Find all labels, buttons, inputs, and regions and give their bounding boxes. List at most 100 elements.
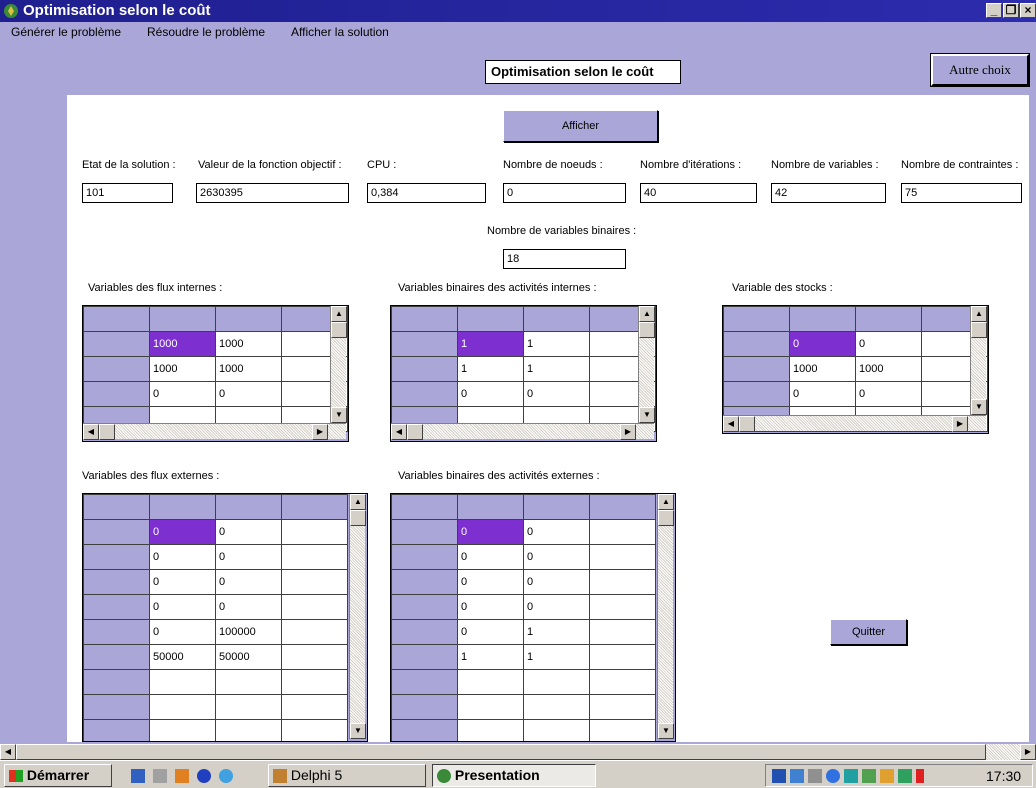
- scroll-thumb[interactable]: [971, 322, 987, 338]
- table-cell[interactable]: 0: [855, 331, 922, 357]
- table-cell[interactable]: 0: [215, 381, 282, 407]
- grid-header-cell[interactable]: [83, 306, 150, 332]
- scroll-up-icon[interactable]: ▲: [639, 306, 655, 322]
- scroll-up-icon[interactable]: ▲: [350, 494, 366, 510]
- table-cell[interactable]: [589, 569, 656, 595]
- table-cell[interactable]: [215, 719, 282, 741]
- table-cell[interactable]: 1: [523, 644, 590, 670]
- table-cell[interactable]: 50000: [215, 644, 282, 670]
- grid-vscrollbar[interactable]: ▲ ▼: [970, 306, 987, 415]
- table-cell[interactable]: [589, 644, 656, 670]
- table-cell[interactable]: [589, 694, 656, 720]
- row-header-cell[interactable]: [83, 544, 150, 570]
- grid-header-cell[interactable]: [281, 494, 348, 520]
- table-cell[interactable]: 0: [523, 544, 590, 570]
- table-cell[interactable]: 100000: [215, 619, 282, 645]
- grid-vscrollbar[interactable]: ▲ ▼: [657, 494, 674, 739]
- table-cell[interactable]: 0: [149, 619, 216, 645]
- variables-field[interactable]: 42: [771, 183, 886, 203]
- scroll-down-icon[interactable]: ▼: [971, 399, 987, 415]
- iterations-field[interactable]: 40: [640, 183, 757, 203]
- table-cell[interactable]: 0: [149, 594, 216, 620]
- grid-header-cell[interactable]: [457, 494, 524, 520]
- table-cell[interactable]: [589, 519, 656, 545]
- minimize-button[interactable]: _: [986, 3, 1002, 18]
- grid-binaires-internes[interactable]: 1 1 1 1 0 0 ▲ ▼ ◀ ▶: [390, 305, 657, 442]
- table-cell[interactable]: [281, 644, 348, 670]
- table-cell[interactable]: 0: [457, 519, 524, 545]
- window-hscrollbar[interactable]: ◀ ▶: [0, 744, 1036, 760]
- table-cell[interactable]: 0: [523, 519, 590, 545]
- scroll-down-icon[interactable]: ▼: [350, 723, 366, 739]
- table-cell[interactable]: 1000: [855, 356, 922, 382]
- table-cell[interactable]: [457, 694, 524, 720]
- table-cell[interactable]: [523, 719, 590, 741]
- table-cell[interactable]: [149, 719, 216, 741]
- table-cell[interactable]: 0: [149, 544, 216, 570]
- table-cell[interactable]: [281, 719, 348, 741]
- row-header-cell[interactable]: [391, 594, 458, 620]
- afficher-button[interactable]: Afficher: [503, 110, 658, 142]
- table-cell[interactable]: 0: [457, 544, 524, 570]
- table-cell[interactable]: 1000: [149, 331, 216, 357]
- grid-hscrollbar[interactable]: ◀ ▶: [391, 423, 654, 440]
- table-cell[interactable]: 0: [457, 619, 524, 645]
- grid-header-cell[interactable]: [149, 494, 216, 520]
- row-header-cell[interactable]: [83, 594, 150, 620]
- table-cell[interactable]: 0: [855, 381, 922, 407]
- scroll-left-icon[interactable]: ◀: [723, 416, 739, 432]
- table-cell[interactable]: 0: [215, 519, 282, 545]
- table-cell[interactable]: 0: [215, 544, 282, 570]
- table-cell[interactable]: [281, 569, 348, 595]
- table-cell[interactable]: 1: [457, 356, 524, 382]
- grid-header-cell[interactable]: [149, 306, 216, 332]
- table-cell[interactable]: [281, 669, 348, 695]
- scroll-up-icon[interactable]: ▲: [971, 306, 987, 322]
- grid-header-cell[interactable]: [789, 306, 856, 332]
- table-cell[interactable]: 0: [523, 594, 590, 620]
- table-cell[interactable]: 1: [457, 644, 524, 670]
- scroll-left-icon[interactable]: ◀: [0, 744, 16, 760]
- etat-field[interactable]: 101: [82, 183, 173, 203]
- row-header-cell[interactable]: [83, 719, 150, 741]
- grid-header-cell[interactable]: [523, 306, 590, 332]
- row-header-cell[interactable]: [391, 569, 458, 595]
- table-cell[interactable]: [457, 719, 524, 741]
- grid-header-cell[interactable]: [589, 494, 656, 520]
- scroll-thumb[interactable]: [739, 416, 755, 432]
- binaires-field[interactable]: 18: [503, 249, 626, 269]
- row-header-cell[interactable]: [83, 519, 150, 545]
- table-cell[interactable]: [589, 719, 656, 741]
- table-cell[interactable]: 0: [523, 569, 590, 595]
- grid-hscrollbar[interactable]: ◀ ▶: [83, 423, 346, 440]
- scroll-up-icon[interactable]: ▲: [331, 306, 347, 322]
- grid-stocks[interactable]: 0 0 1000 1000 0 0 ▲ ▼ ◀ ▶: [722, 305, 989, 434]
- table-cell[interactable]: 1: [523, 619, 590, 645]
- table-cell[interactable]: [281, 594, 348, 620]
- table-cell[interactable]: [281, 694, 348, 720]
- table-cell[interactable]: [523, 669, 590, 695]
- row-header-cell[interactable]: [391, 331, 458, 357]
- row-header-cell[interactable]: [83, 694, 150, 720]
- row-header-cell[interactable]: [391, 544, 458, 570]
- grid-header-cell[interactable]: [523, 494, 590, 520]
- scroll-thumb[interactable]: [407, 424, 423, 440]
- row-header-cell[interactable]: [391, 644, 458, 670]
- table-cell[interactable]: 0: [149, 569, 216, 595]
- task-delphi[interactable]: Delphi 5: [268, 764, 426, 787]
- table-cell[interactable]: 1000: [789, 356, 856, 382]
- grid-vscrollbar[interactable]: ▲ ▼: [349, 494, 366, 739]
- scroll-down-icon[interactable]: ▼: [331, 407, 347, 423]
- table-cell[interactable]: 1: [523, 331, 590, 357]
- scroll-thumb[interactable]: [658, 510, 674, 526]
- contraintes-field[interactable]: 75: [901, 183, 1022, 203]
- row-header-cell[interactable]: [723, 381, 790, 407]
- grid-header-cell[interactable]: [83, 494, 150, 520]
- row-header-cell[interactable]: [83, 669, 150, 695]
- scroll-thumb[interactable]: [350, 510, 366, 526]
- table-cell[interactable]: 0: [789, 331, 856, 357]
- table-cell[interactable]: 0: [149, 381, 216, 407]
- cpu-field[interactable]: 0,384: [367, 183, 486, 203]
- scroll-right-icon[interactable]: ▶: [312, 424, 328, 440]
- table-cell[interactable]: 1: [523, 356, 590, 382]
